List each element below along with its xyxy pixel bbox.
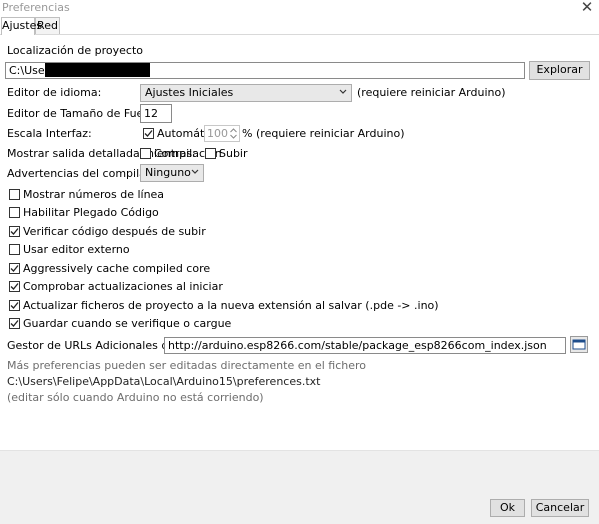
verbose-compile-checkbox[interactable] [140,148,151,159]
scale-auto-checkbox[interactable] [143,128,154,139]
checkmark-icon [144,130,153,137]
option-verify-upload-label: Verificar código después de subir [23,225,206,238]
option-update-extension-checkbox[interactable] [9,300,20,311]
chevron-down-icon [339,89,347,94]
language-label: Editor de idioma: [7,86,102,99]
browse-button[interactable]: Explorar [529,61,590,80]
scale-label: Escala Interfaz: [7,127,92,140]
close-icon[interactable]: ✕ [579,0,595,15]
option-external-editor-label: Usar editor externo [23,243,130,256]
verbose-upload-checkbox[interactable] [205,148,216,159]
cancel-button[interactable]: Cancelar [531,499,589,517]
option-verify-upload-checkbox[interactable] [9,226,20,237]
scale-spinner[interactable]: 100 [204,125,240,142]
language-note: (requiere reiniciar Arduino) [357,86,506,99]
title-bar: Preferencias ✕ [0,0,599,16]
ok-button[interactable]: Ok [490,499,525,517]
sketchbook-label: Localización de proyecto [7,44,143,57]
option-line-numbers-checkbox[interactable] [9,189,20,200]
warnings-value: Ninguno [145,166,191,179]
option-external-editor-checkbox[interactable] [9,244,20,255]
spinner-arrows-icon[interactable] [229,127,238,140]
window-icon [572,339,586,350]
scale-value: 100 [207,127,228,140]
warnings-select[interactable]: Ninguno [140,164,204,182]
checkmark-icon [10,320,19,327]
redacted-username [45,63,150,77]
info-line-1: Más preferencias pueden ser editadas dir… [7,359,366,372]
font-size-input[interactable]: 12 [140,104,172,123]
info-line-3: (editar sólo cuando Arduino no está corr… [7,391,264,404]
edit-urls-button[interactable] [570,336,588,353]
checkmark-icon [10,228,19,235]
checkmark-icon [10,265,19,272]
window-title: Preferencias [2,1,70,14]
preferences-path: C:\Users\Felipe\AppData\Local\Arduino15\… [7,375,321,388]
scale-note: (requiere reiniciar Arduino) [256,127,405,140]
option-code-folding-label: Habilitar Plegado Código [23,206,159,219]
option-code-folding-checkbox[interactable] [9,207,20,218]
tab-ajustes[interactable]: Ajustes [1,17,42,35]
browse-label: Explorar [536,63,583,76]
cancel-label: Cancelar [535,501,585,514]
option-line-numbers-label: Mostrar números de línea [23,188,165,201]
option-update-extension-label: Actualizar ficheros de proyecto a la nue… [23,299,439,312]
checkmark-icon [10,302,19,309]
verbose-upload-label: Subir [219,147,248,160]
board-urls-input[interactable]: http://arduino.esp8266.com/stable/packag… [164,337,566,354]
board-urls-value: http://arduino.esp8266.com/stable/packag… [168,339,547,352]
ok-label: Ok [499,501,516,514]
scale-unit: % [242,127,253,140]
option-cache-core-label: Aggressively cache compiled core [23,262,211,275]
option-check-updates-label: Comprobar actualizaciones al iniciar [23,280,223,293]
chevron-down-icon [191,169,199,174]
language-value: Ajustes Iniciales [145,86,234,99]
option-check-updates-checkbox[interactable] [9,281,20,292]
font-size-value: 12 [144,107,158,120]
language-select[interactable]: Ajustes Iniciales [140,84,352,102]
option-save-on-verify-label: Guardar cuando se verifique o cargue [23,317,232,330]
checkmark-icon [10,283,19,290]
option-cache-core-checkbox[interactable] [9,263,20,274]
option-save-on-verify-checkbox[interactable] [9,318,20,329]
tab-label: Ajustes [2,19,43,32]
